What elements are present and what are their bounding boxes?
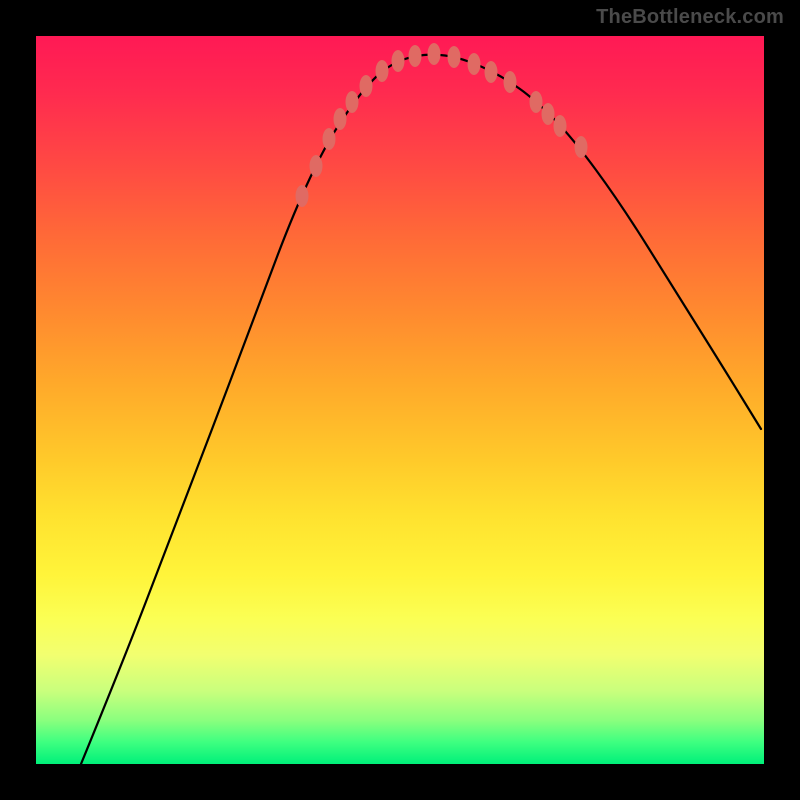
emphasis-dot [530,91,543,113]
curve-emphasis-dots [296,43,588,207]
emphasis-dot [542,103,555,125]
emphasis-dot [468,53,481,75]
watermark-text: TheBottleneck.com [596,6,784,29]
emphasis-dot [448,46,461,68]
emphasis-dot [376,60,389,82]
emphasis-dot [485,61,498,83]
emphasis-dot [575,136,588,158]
emphasis-dot [346,91,359,113]
emphasis-dot [360,75,373,97]
emphasis-dot [296,185,309,207]
emphasis-dot [334,108,347,130]
bottleneck-curve [81,55,761,764]
emphasis-dot [409,45,422,67]
emphasis-dot [310,155,323,177]
emphasis-dot [392,50,405,72]
chart-frame: TheBottleneck.com [0,0,800,800]
curve-layer [36,36,764,764]
emphasis-dot [504,71,517,93]
plot-area [36,36,764,764]
emphasis-dot [554,115,567,137]
emphasis-dot [323,128,336,150]
emphasis-dot [428,43,441,65]
